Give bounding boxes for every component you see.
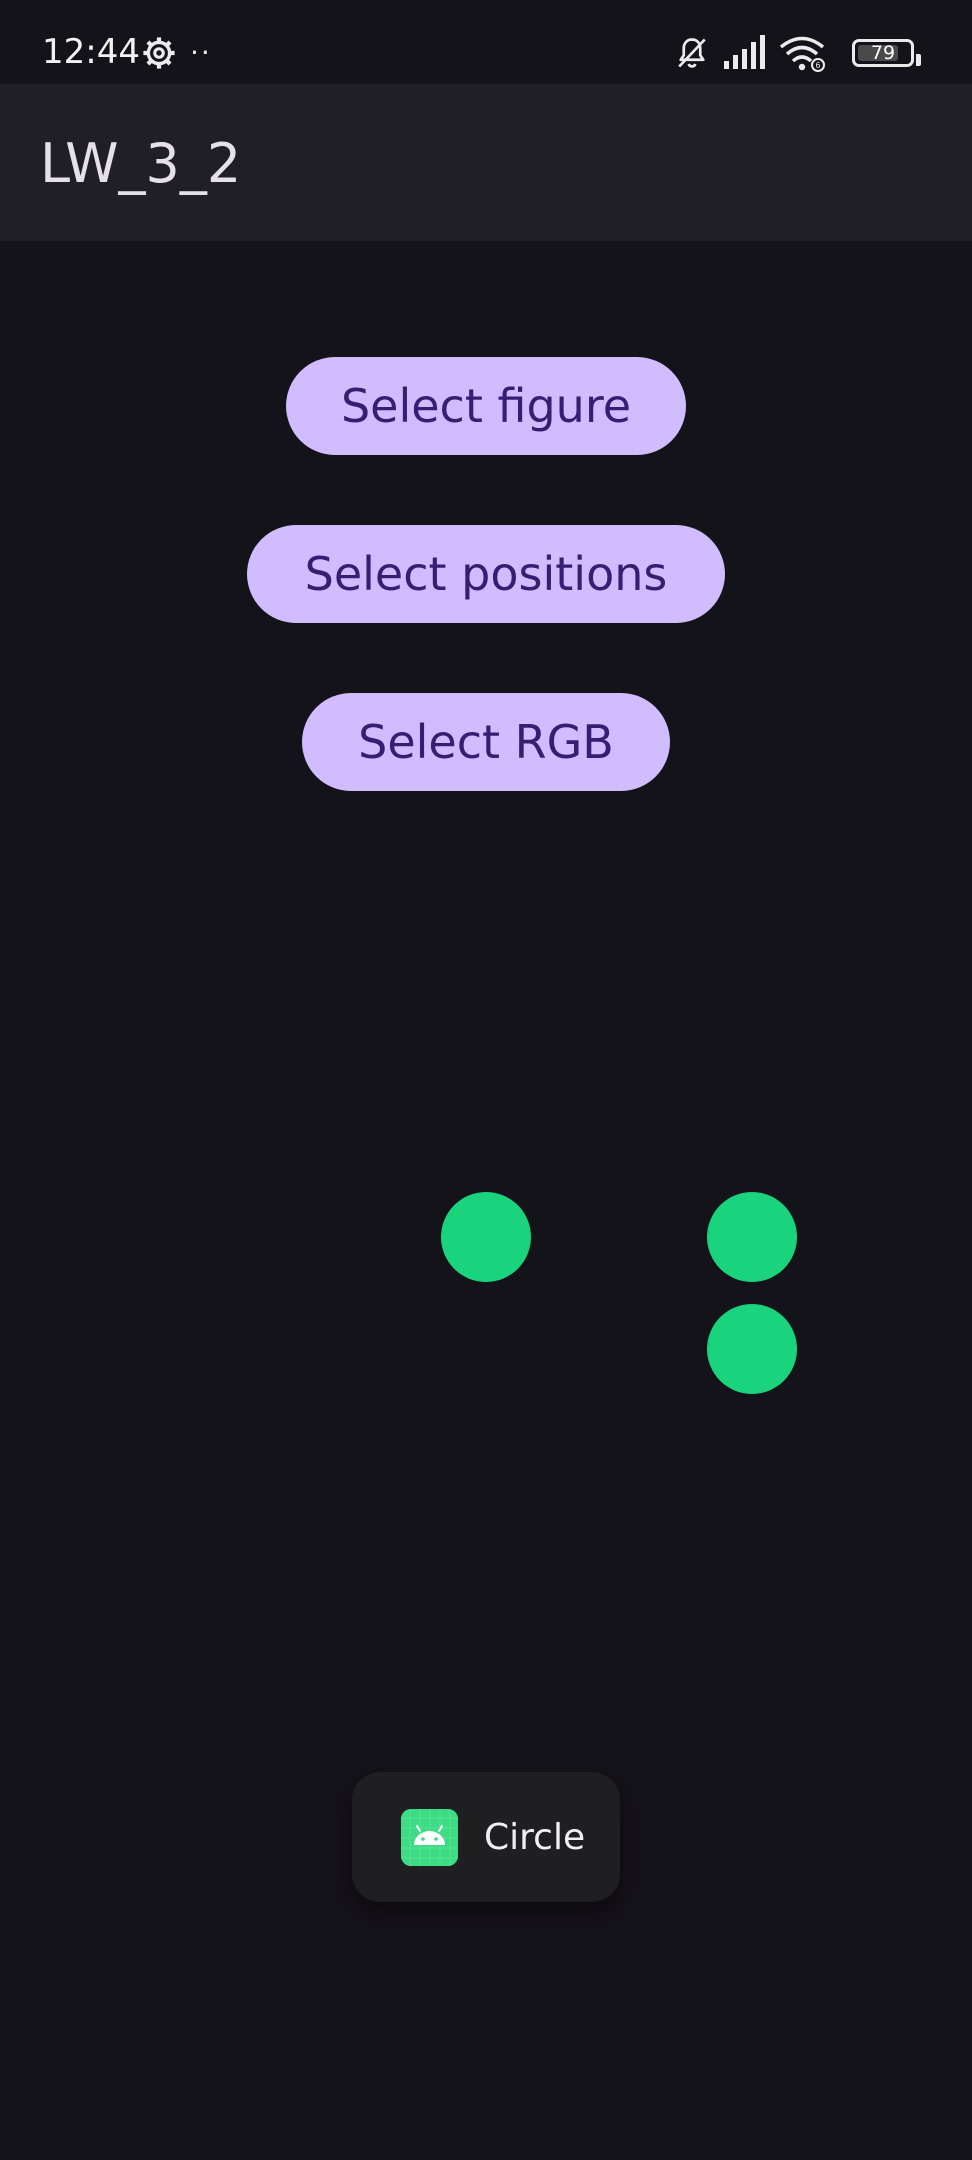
android-app-icon [401,1809,458,1866]
select-positions-button[interactable]: Select positions [247,525,725,623]
status-bar: 12:44 ·· 6 79 [0,0,972,84]
battery-icon: 79 [852,39,921,67]
toast-text: Circle [484,1817,586,1858]
status-time: 12:44 [42,32,140,72]
svg-text:6: 6 [815,61,820,70]
select-figure-button[interactable]: Select figure [286,357,686,455]
wifi-icon: 6 [779,36,825,72]
battery-percent: 79 [870,42,896,64]
figure-circle-2 [707,1192,797,1282]
select-rgb-button[interactable]: Select RGB [302,693,670,791]
figure-circle-1 [441,1192,531,1282]
notification-dots-icon: ·· [190,36,212,69]
toast-message: Circle [352,1772,620,1902]
app-bar: LW_3_2 [0,84,972,241]
signal-strength-icon [724,35,765,69]
settings-gear-icon [143,37,175,69]
status-icons: 6 79 [674,34,921,74]
bell-muted-icon [678,38,706,68]
figure-circle-3 [707,1304,797,1394]
app-title: LW_3_2 [40,132,242,195]
